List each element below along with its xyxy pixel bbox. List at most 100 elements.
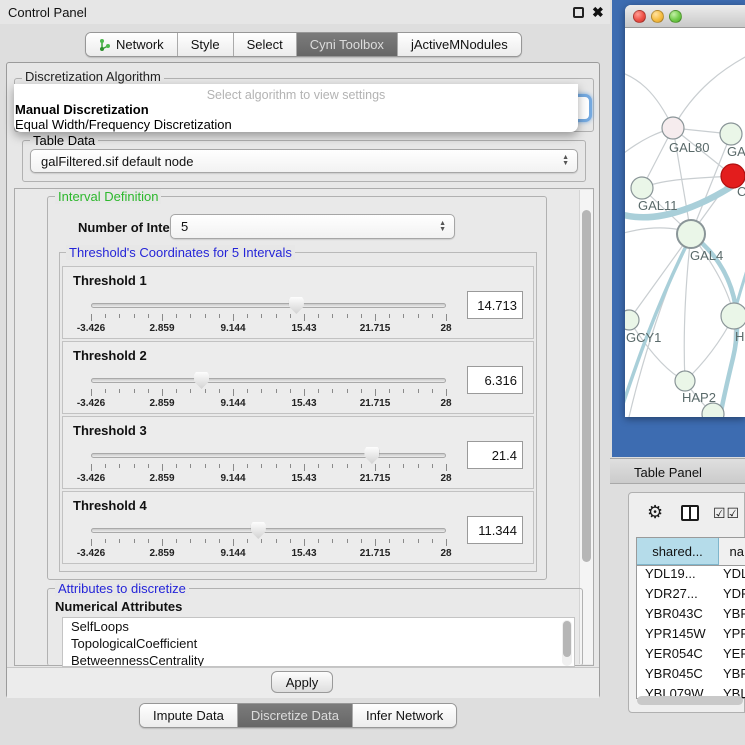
cell-shared-name[interactable]: YER054C	[637, 646, 719, 666]
network-node[interactable]	[720, 123, 742, 145]
slider-track[interactable]	[91, 528, 446, 533]
table-horizontal-scrollbar[interactable]	[637, 696, 743, 705]
table-row[interactable]: YDR27...YDR2	[637, 586, 745, 606]
slider-thumb[interactable]	[194, 372, 209, 389]
network-node[interactable]	[721, 303, 745, 329]
list-scrollbar[interactable]	[562, 620, 572, 666]
threshold-slider[interactable]: -3.4262.8599.14415.4321.71528	[91, 342, 446, 415]
slider-tick	[403, 314, 404, 318]
close-icon[interactable]: ✖	[592, 4, 604, 21]
network-graph: GAL80GACGAL11GAL4GCY1HHAP2	[625, 28, 745, 417]
slider-tick	[176, 539, 177, 543]
column-header-shared[interactable]: shared...	[637, 538, 719, 565]
threshold-value-field[interactable]: 6.316	[467, 366, 523, 394]
cell-shared-name[interactable]: YDR27...	[637, 586, 719, 606]
threshold-slider[interactable]: -3.4262.8599.14415.4321.71528	[91, 267, 446, 340]
tab-infer-network[interactable]: Infer Network	[353, 704, 456, 727]
float-window-icon[interactable]	[573, 7, 584, 18]
network-node[interactable]	[677, 220, 705, 248]
network-canvas[interactable]: GAL80GACGAL11GAL4GCY1HHAP2	[625, 28, 745, 417]
cell-shared-name[interactable]: YBR043C	[637, 606, 719, 626]
cell-name[interactable]: YBR0	[719, 666, 745, 686]
close-traffic-light-icon[interactable]	[633, 10, 646, 23]
table-rows: YDL19...YDL1YDR27...YDR2YBR043CYBR0YPR14…	[637, 566, 745, 699]
slider-tick	[233, 314, 234, 321]
attributes-group-title: Attributes to discretize	[55, 581, 189, 596]
slider-tick	[304, 389, 305, 396]
cell-name[interactable]: YDR2	[719, 586, 745, 606]
algorithm-option-equal-width[interactable]: Equal Width/Frequency Discretization	[15, 117, 232, 132]
slider-tick	[205, 539, 206, 543]
attribute-list-item[interactable]: TopologicalCoefficient	[63, 635, 574, 652]
tab-network[interactable]: Network	[86, 33, 178, 56]
zoom-traffic-light-icon[interactable]	[669, 10, 682, 23]
slider-thumb[interactable]	[251, 522, 266, 539]
combo-spinner-icon: ▲▼	[439, 221, 446, 233]
cell-name[interactable]: YER0	[719, 646, 745, 666]
slider-tick	[389, 389, 390, 393]
table-row[interactable]: YPR145WYPR1	[637, 626, 745, 646]
tab-select[interactable]: Select	[234, 33, 297, 56]
network-node[interactable]	[675, 371, 695, 391]
network-node[interactable]	[625, 310, 639, 330]
network-edge[interactable]	[642, 176, 733, 188]
table-row[interactable]: YDL19...YDL1	[637, 566, 745, 586]
slider-tick	[290, 539, 291, 543]
table-data-combo[interactable]: galFiltered.sif default node ▲▼	[30, 149, 578, 173]
slider-tick-label: 21.715	[360, 473, 391, 484]
table-row[interactable]: YBR043CYBR0	[637, 606, 745, 626]
threshold-slider[interactable]: -3.4262.8599.14415.4321.71528	[91, 417, 446, 490]
tab-impute-data[interactable]: Impute Data	[140, 704, 238, 727]
attribute-list-item[interactable]: BetweennessCentrality	[63, 652, 574, 667]
scrollbar-thumb[interactable]	[563, 621, 571, 657]
minimize-traffic-light-icon[interactable]	[651, 10, 664, 23]
number-of-intervals-combo[interactable]: 5 ▲▼	[170, 214, 455, 239]
slider-tick	[105, 464, 106, 468]
columns-icon[interactable]	[681, 505, 699, 521]
tab-style[interactable]: Style	[178, 33, 234, 56]
tab-discretize-data[interactable]: Discretize Data	[238, 704, 353, 727]
network-edge[interactable]	[673, 56, 745, 128]
slider-thumb[interactable]	[289, 297, 304, 314]
threshold-value-field[interactable]: 14.713	[467, 291, 523, 319]
cell-shared-name[interactable]: YPR145W	[637, 626, 719, 646]
slider-tick	[432, 539, 433, 543]
network-node[interactable]	[662, 117, 684, 139]
gear-icon[interactable]: ⚙	[647, 502, 663, 523]
table-row[interactable]: YER054CYER0	[637, 646, 745, 666]
slider-track[interactable]	[91, 453, 446, 458]
network-window[interactable]: GAL80GACGAL11GAL4GCY1HHAP2	[625, 5, 745, 417]
apply-button[interactable]: Apply	[271, 671, 333, 693]
slider-thumb[interactable]	[364, 447, 379, 464]
network-node[interactable]	[631, 177, 653, 199]
slider-track[interactable]	[91, 378, 446, 383]
slider-tick	[332, 539, 333, 543]
tab-cyni-toolbox[interactable]: Cyni Toolbox	[297, 33, 398, 56]
cell-name[interactable]: YDL1	[719, 566, 745, 586]
checkboxes-icon[interactable]: ☑☑	[713, 505, 740, 522]
attribute-list-item[interactable]: SelfLoops	[63, 618, 574, 635]
cell-name[interactable]: YPR1	[719, 626, 745, 646]
cell-shared-name[interactable]: YBR045C	[637, 666, 719, 686]
screen: Control Panel ✖ NetworkStyleSelectCyni T…	[0, 0, 745, 745]
threshold-slider[interactable]: -3.4262.8599.14415.4321.71528	[91, 492, 446, 565]
tab-jactivemnodules[interactable]: jActiveMNodules	[398, 33, 521, 56]
slider-tick	[261, 464, 262, 468]
network-window-titlebar[interactable]	[625, 5, 745, 28]
scrollbar-thumb[interactable]	[582, 210, 591, 562]
threshold-value-field[interactable]: 11.344	[467, 516, 523, 544]
table-row[interactable]: YBR045CYBR0	[637, 666, 745, 686]
top-tab-bar: NetworkStyleSelectCyni ToolboxjActiveMNo…	[85, 32, 522, 57]
column-header-name[interactable]: na	[719, 538, 745, 565]
slider-tick	[205, 389, 206, 393]
algorithm-option-manual[interactable]: Manual Discretization	[15, 102, 149, 117]
threshold-value-field[interactable]: 21.4	[467, 441, 523, 469]
slider-tick	[290, 314, 291, 318]
cell-shared-name[interactable]: YDL19...	[637, 566, 719, 586]
slider-track[interactable]	[91, 303, 446, 308]
numerical-attributes-list[interactable]: SelfLoopsTopologicalCoefficientBetweenne…	[62, 617, 575, 667]
slider-tick	[261, 314, 262, 318]
table-card: ⚙ ☑☑ shared... na YDL19...YDL1YDR27...YD…	[628, 492, 745, 713]
cell-name[interactable]: YBR0	[719, 606, 745, 626]
slider-tick-label: 28	[440, 548, 451, 559]
